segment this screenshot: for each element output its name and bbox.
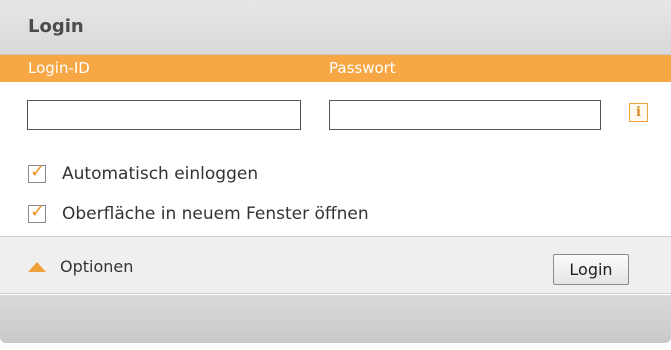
new-window-row[interactable]: ✓ Oberfläche in neuem Fenster öffnen <box>28 202 369 226</box>
password-input[interactable] <box>329 100 601 130</box>
panel-header: Login <box>0 0 671 55</box>
login-panel: Login Login-ID Passwort i ✓ Automatisch … <box>0 0 671 350</box>
panel-title: Login <box>28 16 84 37</box>
auto-login-checkbox[interactable]: ✓ <box>28 161 46 183</box>
info-icon[interactable]: i <box>629 103 648 122</box>
triangle-up-icon <box>28 261 46 272</box>
auto-login-row[interactable]: ✓ Automatisch einloggen <box>28 162 258 186</box>
login-button[interactable]: Login <box>553 254 629 285</box>
checkmark-icon: ✓ <box>30 161 46 182</box>
inputs-area: i ✓ Automatisch einloggen ✓ Oberfläche i… <box>0 82 671 230</box>
options-toggle[interactable]: Optionen <box>28 257 133 276</box>
new-window-checkbox[interactable]: ✓ <box>28 201 46 223</box>
login-id-label: Login-ID <box>28 59 90 77</box>
options-bar: Optionen Login <box>0 236 671 294</box>
login-id-input[interactable] <box>27 100 301 130</box>
new-window-label: Oberfläche in neuem Fenster öffnen <box>62 204 369 224</box>
password-label: Passwort <box>329 59 396 77</box>
panel-footer <box>0 295 671 343</box>
options-label: Optionen <box>60 257 134 276</box>
auto-login-label: Automatisch einloggen <box>62 164 259 184</box>
field-label-bar: Login-ID Passwort <box>0 55 671 82</box>
checkmark-icon: ✓ <box>30 201 46 222</box>
